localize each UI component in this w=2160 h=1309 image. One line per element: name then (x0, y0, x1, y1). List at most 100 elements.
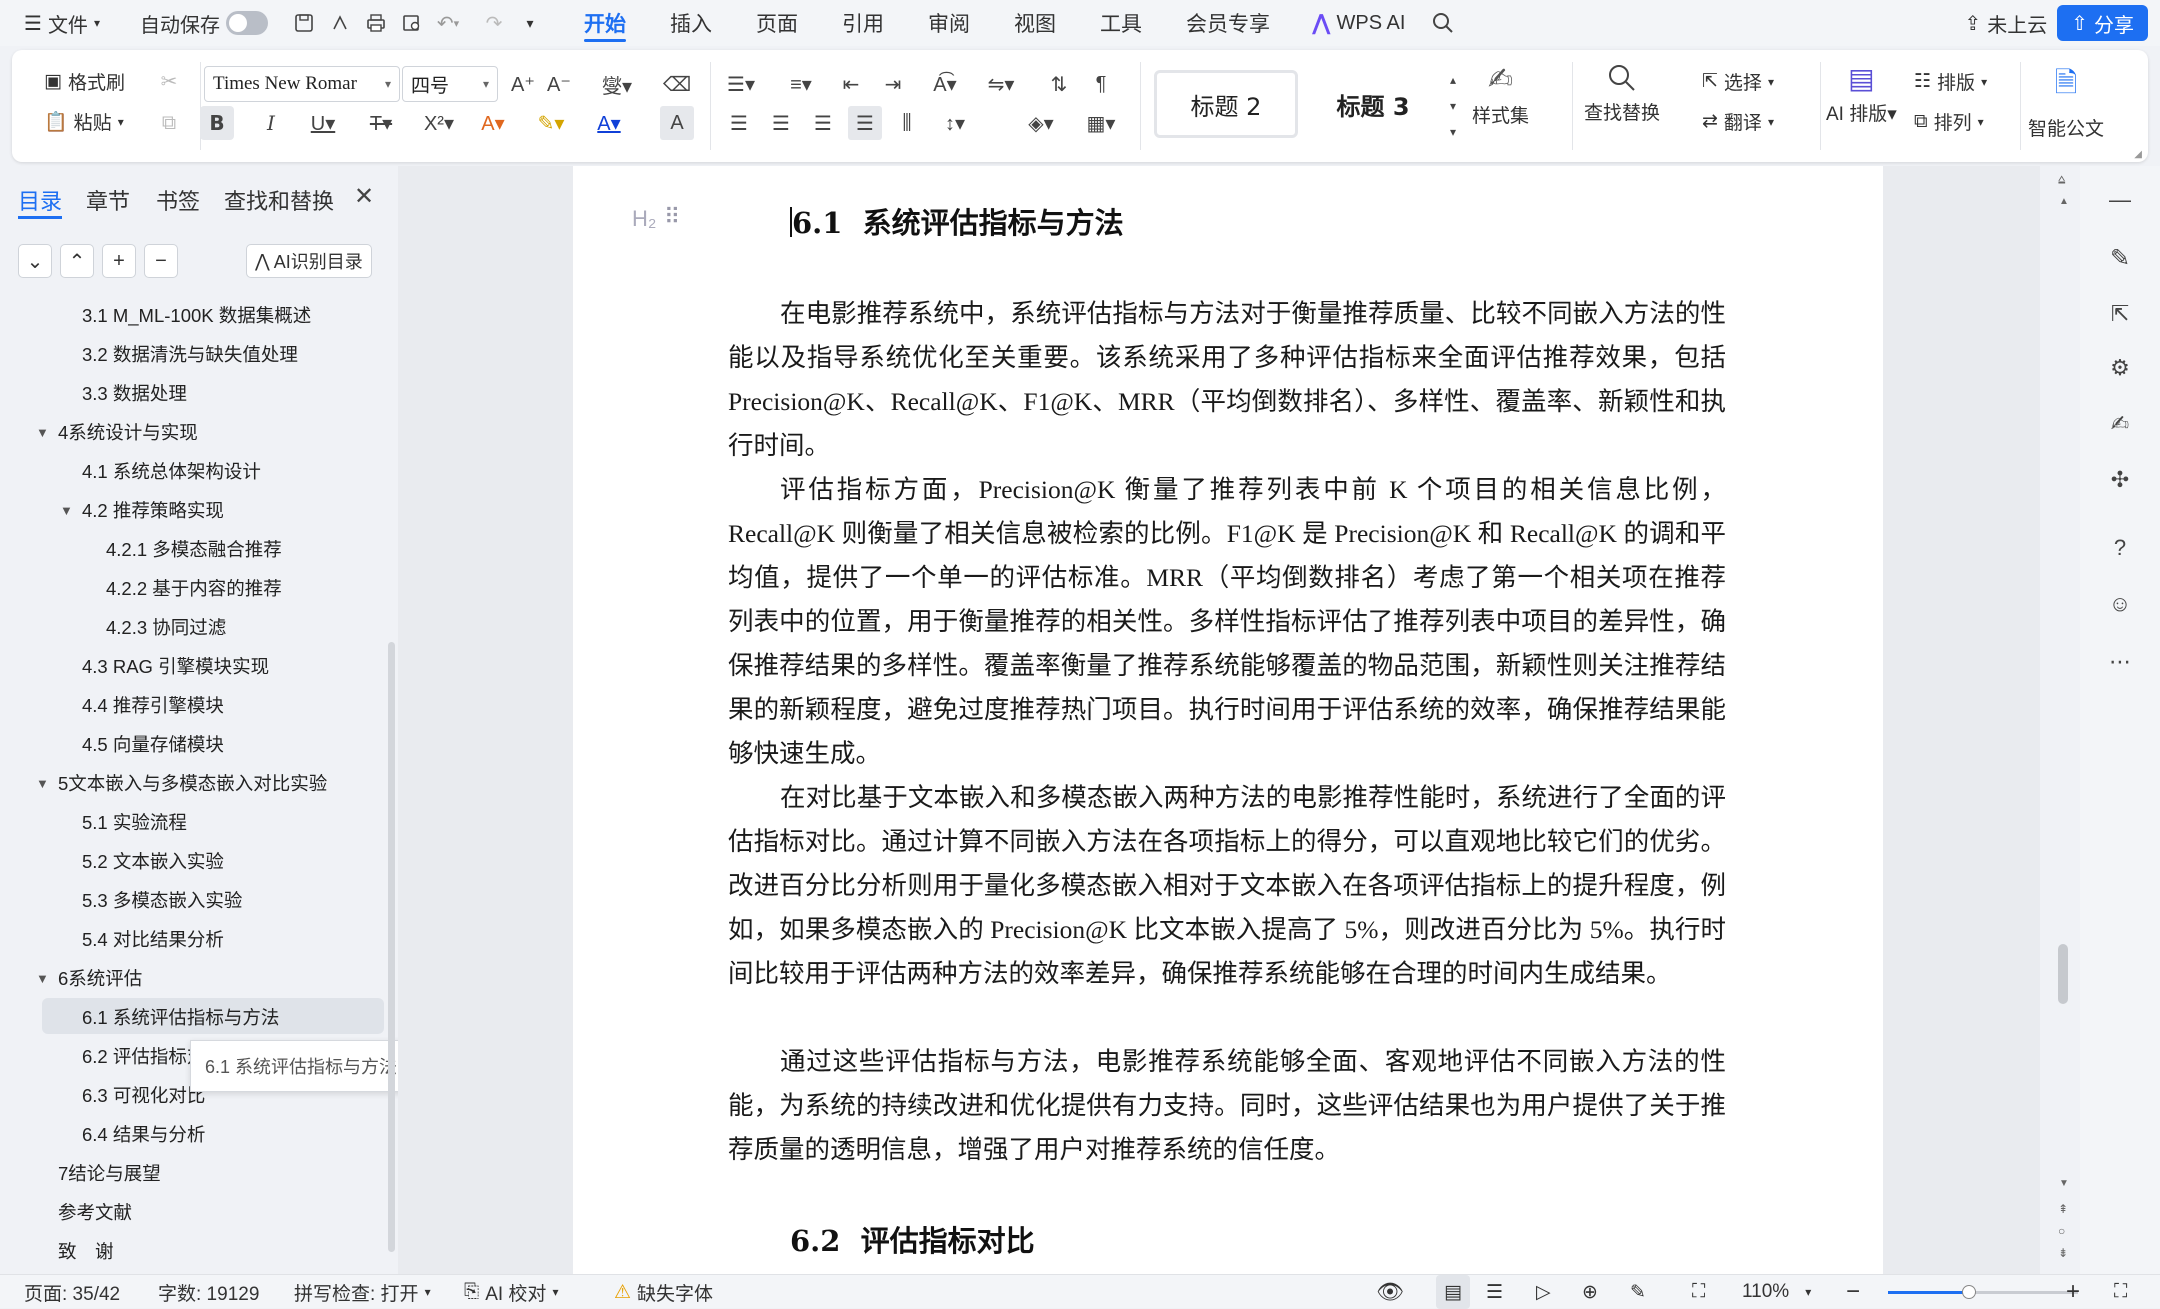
prev-page-icon[interactable]: ⇞ (2058, 1202, 2068, 1216)
toc-item[interactable]: 5.3 多模态嵌入实验 (82, 883, 242, 917)
toc-item[interactable]: 5.4 对比结果分析 (82, 922, 224, 956)
find-replace-button[interactable]: 查找替换 (1584, 62, 1660, 125)
ai-layout-button[interactable]: ▤ AI 排版▾ (1826, 62, 1897, 126)
translate-button[interactable]: ⇄ 翻译 ▾ (1702, 108, 1774, 135)
save-icon[interactable] (286, 5, 322, 41)
align-left-icon[interactable]: ☰ (722, 106, 756, 140)
show-marks-icon[interactable]: ¶ (1084, 67, 1118, 101)
tab-page[interactable]: 页面 (734, 0, 820, 46)
toc-item[interactable]: 5文本嵌入与多模态嵌入对比实验 (58, 766, 327, 800)
char-shading-icon[interactable]: A (660, 106, 694, 140)
zoom-select[interactable]: 110% ▾ (1742, 1275, 1811, 1309)
play-icon[interactable]: ▷ (1536, 1275, 1551, 1309)
scroll-top-icon[interactable]: ⩠ (2058, 172, 2065, 187)
next-page-icon[interactable]: ⇟ (2058, 1246, 2068, 1260)
page-count[interactable]: 页面: 35/42 (24, 1275, 120, 1309)
select-button[interactable]: ⇱ 选择 ▾ (1702, 68, 1774, 95)
paragraph[interactable]: 通过这些评估指标与方法，电影推荐系统能够全面、客观地评估不同嵌入方法的性能，为系… (728, 1040, 1726, 1172)
scrollbar-thumb[interactable] (2058, 944, 2068, 1004)
align-center-icon[interactable]: ☰ (764, 106, 798, 140)
redo-icon[interactable]: ↷ (476, 5, 512, 41)
toc-item[interactable]: 7结论与展望 (58, 1156, 161, 1190)
ai-toc-button[interactable]: ⋀ AI识别目录 (246, 244, 372, 278)
fit-width-icon[interactable]: ⛶ (1692, 1275, 1705, 1309)
tools-icon[interactable]: ✣ (2100, 460, 2140, 500)
sidebar-scrollbar[interactable] (388, 642, 395, 1252)
style-set-button[interactable]: ✍ 样式集 (1472, 62, 1529, 128)
italic-icon[interactable]: I (254, 106, 288, 140)
style-scroll-icon[interactable]: ▴ ▾ ▾ (1440, 64, 1466, 148)
toc-item[interactable]: 5.1 实验流程 (82, 805, 187, 839)
toc-item[interactable]: 3.3 数据处理 (82, 376, 187, 410)
strikethrough-icon[interactable]: T▾ (360, 106, 402, 140)
toc-item[interactable]: 4.3 RAG 引擎模块实现 (82, 649, 269, 683)
zoom-slider-thumb[interactable] (1962, 1285, 1976, 1299)
tab-sections[interactable]: 章节 (86, 184, 130, 216)
toc-item[interactable]: 6.3 可视化对比 (82, 1078, 205, 1112)
phonetic-icon[interactable]: 燮▾ (592, 67, 642, 101)
highlight-icon[interactable]: ✎▾ (530, 106, 572, 140)
toc-item[interactable]: 5.2 文本嵌入实验 (82, 844, 224, 878)
layout-button[interactable]: ☷ 排版 ▾ (1914, 68, 1987, 95)
word-count[interactable]: 字数: 19129 (158, 1275, 259, 1309)
toc-item[interactable]: 4.2 推荐策略实现 (82, 493, 224, 527)
assistant-icon[interactable]: ☺ (2100, 584, 2140, 624)
toc-item[interactable]: 3.2 数据清洗与缺失值处理 (82, 337, 298, 371)
paragraph[interactable]: 在电影推荐系统中，系统评估指标与方法对于衡量推荐质量、比较不同嵌入方法的性能以及… (728, 292, 1726, 468)
expand-arrow-icon[interactable]: ▼ (60, 503, 73, 518)
justify-icon[interactable]: ☰ (848, 106, 882, 140)
tab-toc[interactable]: 目录 (18, 184, 62, 216)
close-icon[interactable]: ✕ (354, 182, 374, 211)
more-icon[interactable]: ⋯ (2100, 642, 2140, 682)
zoom-out-icon[interactable]: − (1846, 1275, 1860, 1309)
arrange-button[interactable]: ⧉ 排列 ▾ (1914, 108, 1984, 135)
toggle-switch[interactable] (225, 11, 268, 35)
bullet-list-icon[interactable]: ☰▾ (718, 67, 764, 101)
cut-icon[interactable]: ✂ (152, 64, 186, 98)
expand-arrow-icon[interactable]: ▼ (36, 425, 49, 440)
expand-up-button[interactable]: ⌃ (60, 244, 94, 278)
distribute-icon[interactable]: ⫼ (890, 106, 924, 140)
sort-icon[interactable]: ⇅ (1042, 67, 1076, 101)
web-view-icon[interactable]: ⊕ (1582, 1275, 1598, 1309)
smart-doc-button[interactable]: 🗎 智能公文 (2028, 62, 2104, 141)
format-painter-button[interactable]: ▣ 格式刷 (44, 68, 125, 95)
tab-tools[interactable]: 工具 (1078, 0, 1164, 46)
bold-icon[interactable]: B (200, 106, 234, 140)
paragraph[interactable]: 评估指标方面，Precision@K 衡量了推荐列表中前 K 个项目的相关信息比… (728, 468, 1726, 776)
toc-item[interactable]: 6.4 结果与分析 (82, 1117, 205, 1151)
tab-member[interactable]: 会员专享 (1164, 0, 1292, 46)
share-button[interactable]: ⇧ 分享 (2057, 5, 2148, 41)
pen-icon[interactable]: ✎ (2100, 238, 2140, 278)
tab-home[interactable]: 开始 (562, 0, 648, 46)
font-color-icon[interactable]: A▾ (588, 106, 630, 140)
collapse-icon[interactable]: — (2100, 180, 2140, 220)
search-icon[interactable] (1425, 5, 1461, 41)
signature-icon[interactable]: ✍ (2100, 404, 2140, 444)
shrink-font-icon[interactable]: A⁻ (542, 67, 576, 101)
select-pointer-icon[interactable]: ⇱ (2100, 294, 2140, 334)
ai-proofread[interactable]: ⎘ AI 校对 ▾ (464, 1275, 558, 1309)
toc-item-selected[interactable]: 6.1 系统评估指标与方法 (82, 1000, 279, 1034)
copy-icon[interactable]: ⧉ (152, 106, 186, 140)
expand-arrow-icon[interactable]: ▼ (36, 971, 49, 986)
wps-ai-button[interactable]: ⋀ WPS AI (1302, 0, 1415, 46)
text-effect-icon[interactable]: A▾ (472, 106, 514, 140)
toc-item[interactable]: 4.2.2 基于内容的推荐 (106, 571, 282, 605)
add-heading-button[interactable]: + (102, 244, 136, 278)
tab-find-replace[interactable]: 查找和替换 (224, 184, 334, 216)
autosave-toggle[interactable]: 自动保存 (110, 0, 278, 46)
style-heading2[interactable]: 标题 2 (1154, 70, 1298, 138)
shading-icon[interactable]: ◈▾ (1018, 106, 1064, 140)
superscript-icon[interactable]: X²▾ (416, 106, 462, 140)
zoom-slider[interactable] (1888, 1285, 2078, 1299)
toc-item[interactable]: 6系统评估 (58, 961, 142, 995)
numbered-list-icon[interactable]: ≡▾ (778, 67, 824, 101)
paste-button[interactable]: 📋 粘贴 ▾ (44, 108, 124, 135)
vertical-scrollbar[interactable]: ⩠ ▲ ▼ ⇞ ○ ⇟ (2054, 172, 2074, 1272)
line-spacing-icon[interactable]: ↕▾ (932, 106, 978, 140)
tab-insert[interactable]: 插入 (648, 0, 734, 46)
toc-item[interactable]: 4系统设计与实现 (58, 415, 198, 449)
heading-6-2[interactable]: 6.2 评估指标对比 (790, 1218, 1035, 1260)
scroll-down-icon[interactable]: ▼ (2059, 1178, 2069, 1189)
